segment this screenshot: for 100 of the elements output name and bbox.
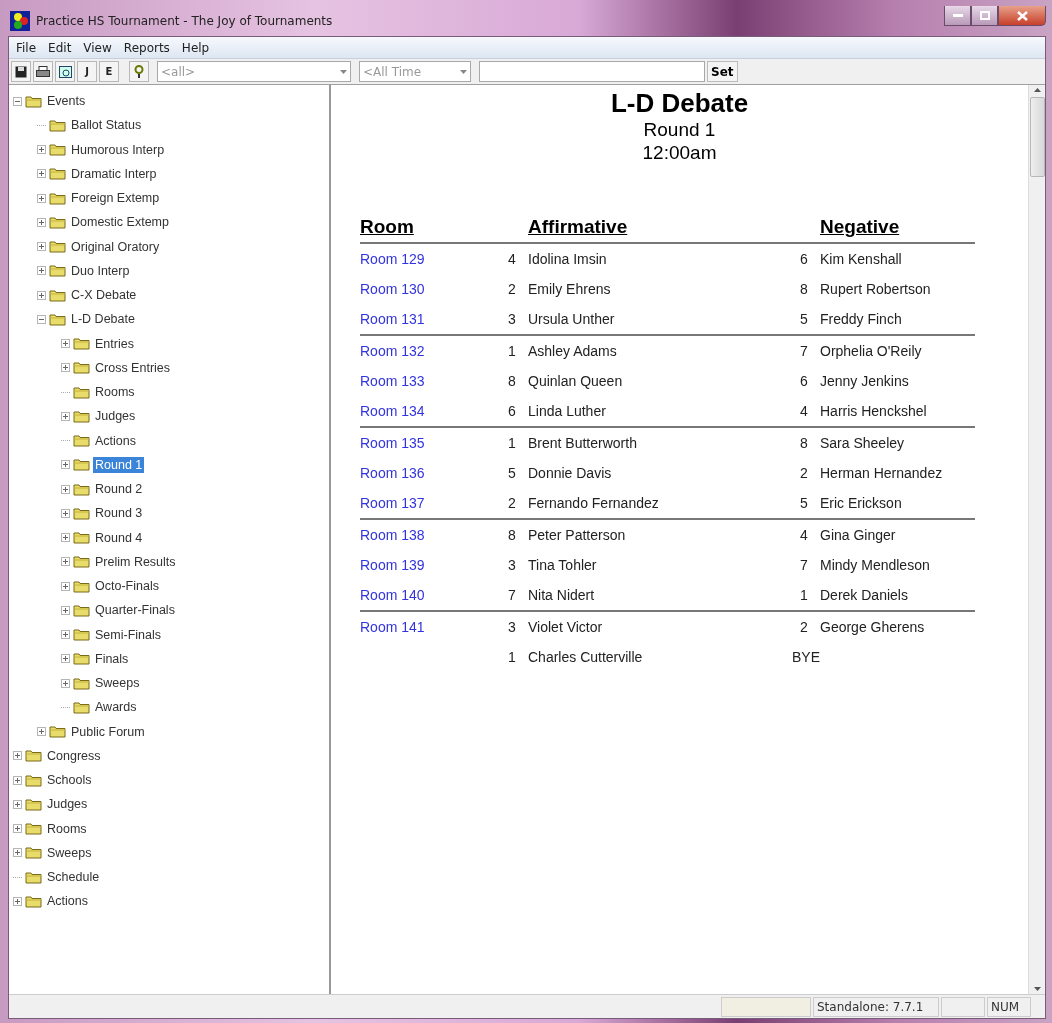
tree-item[interactable]: Quarter-Finals: [93, 602, 177, 619]
tree-item[interactable]: Dramatic Interp: [69, 165, 159, 182]
room-link[interactable]: Room 132: [360, 343, 425, 359]
room-link[interactable]: Room 129: [360, 251, 425, 267]
tree-item[interactable]: Prelim Results: [93, 553, 178, 570]
collapse-icon[interactable]: [37, 314, 46, 324]
printer-icon: [36, 65, 50, 78]
expand-icon[interactable]: [61, 411, 70, 421]
scroll-up-icon[interactable]: [1033, 85, 1041, 95]
expand-icon[interactable]: [13, 896, 22, 906]
tree-item[interactable]: Actions: [45, 893, 90, 910]
room-link[interactable]: Room 138: [360, 527, 425, 543]
expand-icon[interactable]: [61, 533, 70, 543]
expand-icon[interactable]: [37, 242, 46, 252]
print-button[interactable]: [33, 61, 53, 82]
help-button[interactable]: [129, 61, 149, 82]
tree-item[interactable]: Octo-Finals: [93, 578, 161, 595]
tree-item[interactable]: Round 3: [93, 505, 145, 522]
tree-item[interactable]: Semi-Finals: [93, 626, 163, 643]
tree-item[interactable]: Actions: [93, 432, 138, 449]
scroll-thumb[interactable]: [1029, 97, 1045, 177]
expand-icon[interactable]: [61, 460, 70, 470]
close-button[interactable]: [998, 6, 1046, 26]
room-link[interactable]: Room 136: [360, 465, 425, 481]
menu-item[interactable]: Help: [176, 40, 215, 55]
expand-icon[interactable]: [13, 751, 22, 761]
expand-icon[interactable]: [61, 581, 70, 591]
room-link[interactable]: Room 135: [360, 435, 425, 451]
menu-item[interactable]: File: [11, 40, 42, 55]
tree-item[interactable]: Round 4: [93, 529, 145, 546]
room-link[interactable]: Room 133: [360, 373, 425, 389]
filter-field[interactable]: [479, 61, 705, 82]
expand-icon[interactable]: [61, 605, 70, 615]
tree-item[interactable]: Judges: [45, 796, 90, 813]
menu-item[interactable]: Reports: [118, 40, 175, 55]
expand-icon[interactable]: [13, 824, 22, 834]
collapse-icon[interactable]: [13, 96, 22, 106]
toolbar-button[interactable]: E: [99, 61, 119, 82]
scroll-down-icon[interactable]: [1033, 984, 1041, 994]
tree-item[interactable]: Domestic Extemp: [69, 214, 171, 231]
set-button[interactable]: Set: [707, 61, 738, 82]
save-button[interactable]: [11, 61, 31, 82]
tree-item[interactable]: Sweeps: [93, 675, 142, 692]
negative-name: Jenny Jenkins: [820, 373, 909, 389]
expand-icon[interactable]: [61, 339, 70, 349]
tree-item[interactable]: Awards: [93, 699, 139, 716]
toolbar-button[interactable]: J: [77, 61, 97, 82]
expand-icon[interactable]: [61, 557, 70, 567]
expand-icon[interactable]: [61, 508, 70, 518]
expand-icon[interactable]: [13, 848, 22, 858]
room-link[interactable]: Room 139: [360, 557, 425, 573]
expand-icon[interactable]: [61, 363, 70, 373]
expand-icon[interactable]: [13, 799, 22, 809]
tree-item[interactable]: Original Oratory: [69, 238, 162, 255]
tree-item[interactable]: Congress: [45, 747, 103, 764]
room-link[interactable]: Room 137: [360, 495, 425, 511]
tree-item[interactable]: Sweeps: [45, 844, 94, 861]
expand-icon[interactable]: [37, 217, 46, 227]
tree-item[interactable]: Events: [45, 93, 88, 110]
tree-item[interactable]: Rooms: [45, 820, 89, 837]
affirmative-name: Quinlan Queen: [528, 373, 623, 389]
tree-item[interactable]: C-X Debate: [69, 287, 139, 304]
maximize-button[interactable]: [971, 6, 998, 26]
expand-icon[interactable]: [37, 727, 46, 737]
room-link[interactable]: Room 141: [360, 619, 425, 635]
expand-icon[interactable]: [37, 145, 46, 155]
tree-item[interactable]: Rooms: [93, 384, 137, 401]
preview-button[interactable]: [55, 61, 75, 82]
room-link[interactable]: Room 134: [360, 403, 425, 419]
tree-item[interactable]: Cross Entries: [93, 359, 173, 376]
menu-item[interactable]: View: [78, 40, 117, 55]
tree-item[interactable]: L-D Debate: [69, 311, 137, 328]
tree-item[interactable]: Entries: [93, 335, 136, 352]
expand-icon[interactable]: [61, 654, 70, 664]
expand-icon[interactable]: [37, 193, 46, 203]
expand-icon[interactable]: [37, 169, 46, 179]
tree-item[interactable]: Schedule: [45, 869, 102, 886]
tree-item[interactable]: Duo Interp: [69, 262, 132, 279]
room-link[interactable]: Room 140: [360, 587, 425, 603]
tree-item[interactable]: Judges: [93, 408, 138, 425]
seed-number: 7: [800, 557, 809, 573]
minimize-button[interactable]: [944, 6, 971, 26]
expand-icon[interactable]: [61, 630, 70, 640]
expand-icon[interactable]: [37, 290, 46, 300]
tree-item[interactable]: Foreign Extemp: [69, 190, 162, 207]
tree-item[interactable]: Schools: [45, 772, 94, 789]
scrollbar[interactable]: [1028, 85, 1045, 994]
tree-item[interactable]: Public Forum: [69, 723, 147, 740]
menu-item[interactable]: Edit: [43, 40, 77, 55]
tree-item[interactable]: Ballot Status: [69, 117, 144, 134]
tree-item[interactable]: Round 2: [93, 481, 145, 498]
room-link[interactable]: Room 131: [360, 311, 425, 327]
expand-icon[interactable]: [37, 266, 46, 276]
expand-icon[interactable]: [61, 678, 70, 688]
tree-item[interactable]: Humorous Interp: [69, 141, 167, 158]
expand-icon[interactable]: [13, 775, 22, 785]
expand-icon[interactable]: [61, 484, 70, 494]
tree-item[interactable]: Round 1: [93, 456, 145, 473]
room-link[interactable]: Room 130: [360, 281, 425, 297]
tree-item[interactable]: Finals: [93, 650, 131, 667]
